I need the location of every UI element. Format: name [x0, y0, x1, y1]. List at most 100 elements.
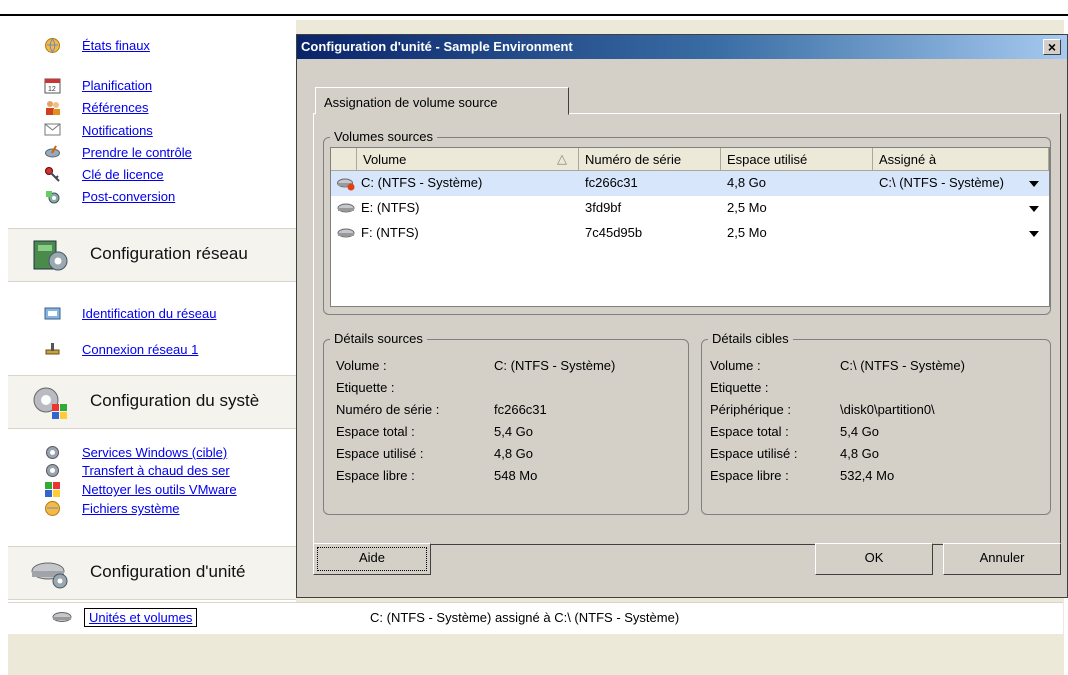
nav-item-services-windows[interactable]: Services Windows (cible): [82, 445, 227, 460]
disk-icon: [52, 612, 72, 622]
disk-warning-icon: [337, 178, 355, 191]
nav-item-references[interactable]: Références: [82, 100, 148, 115]
cell-used: 2,5 Mo: [727, 225, 767, 240]
globe-icon: [45, 501, 60, 516]
gear-icon: [46, 446, 59, 459]
help-button[interactable]: Aide: [313, 543, 431, 575]
source-free-value: 548 Mo: [494, 468, 538, 483]
network-config-icon: [33, 240, 68, 271]
status-bottom-area: [8, 634, 1063, 675]
svg-text:12: 12: [48, 86, 56, 93]
column-header-assigned[interactable]: Assigné à: [873, 148, 1049, 171]
volumes-list: Volume △ Numéro de série Espace utilisé …: [330, 147, 1050, 307]
ok-button[interactable]: OK: [815, 543, 933, 575]
column-header-used[interactable]: Espace utilisé: [721, 148, 873, 171]
source-total-value: 5,4 Go: [494, 424, 534, 439]
section-system-config[interactable]: Configuration du systè: [8, 375, 296, 429]
top-border: [0, 14, 1068, 16]
cell-used: 4,8 Go: [727, 175, 767, 190]
nav-item-transfert-chaud[interactable]: Transfert à chaud des ser: [82, 463, 230, 478]
calendar-icon: 12: [44, 78, 61, 94]
source-volume-value: C: (NTFS - Système): [494, 358, 616, 373]
gear-icon: [46, 464, 59, 477]
target-volume-key: Volume :: [710, 358, 761, 373]
volume-row[interactable]: C: (NTFS - Système) fc266c31 4,8 Go C:\ …: [331, 171, 1049, 196]
section-network-title: Configuration réseau: [90, 244, 248, 263]
cell-serial: 3fd9bf: [585, 200, 622, 215]
nav-item-planification[interactable]: Planification: [82, 78, 152, 93]
source-serial-key: Numéro de série :: [336, 402, 440, 417]
satellite-icon: [45, 145, 60, 158]
nav-item-connexion-reseau[interactable]: Connexion réseau 1: [82, 342, 198, 357]
target-total-key: Espace total :: [710, 424, 789, 439]
nav-item-notifications[interactable]: Notifications: [82, 123, 153, 138]
sort-ascending-icon: △: [557, 151, 567, 166]
nav-item-cle-licence[interactable]: Clé de licence: [82, 167, 164, 182]
drive-config-icon: [31, 562, 68, 589]
key-icon: [45, 167, 60, 182]
target-details-label: Détails cibles: [708, 331, 793, 346]
volumes-group-label: Volumes sources: [330, 129, 437, 144]
section-system-title: Configuration du systè: [90, 391, 260, 410]
target-label-key: Etiquette :: [710, 380, 769, 395]
target-total-value: 5,4 Go: [840, 424, 880, 439]
dialog-title: Configuration d'unité - Sample Environme…: [301, 39, 573, 54]
chevron-down-icon[interactable]: [1029, 206, 1039, 212]
volume-row[interactable]: F: (NTFS) 7c45d95b 2,5 Mo: [331, 221, 1049, 246]
source-used-value: 4,8 Go: [494, 446, 534, 461]
section-drive-title: Configuration d'unité: [90, 562, 246, 581]
target-free-key: Espace libre :: [710, 468, 789, 483]
envelope-icon: [44, 123, 61, 136]
globe-icon: [45, 38, 60, 53]
volume-row[interactable]: E: (NTFS) 3fd9bf 2,5 Mo: [331, 196, 1049, 221]
target-free-value: 532,4 Mo: [840, 468, 895, 483]
target-details-group: Détails cibles Volume : C:\ (NTFS - Syst…: [701, 331, 1051, 515]
chevron-down-icon[interactable]: [1029, 181, 1039, 187]
source-serial-value: fc266c31: [494, 402, 547, 417]
disk-icon: [337, 228, 355, 238]
nav-item-prendre-controle[interactable]: Prendre le contrôle: [82, 145, 192, 160]
section-network-config[interactable]: Configuration réseau: [8, 228, 296, 282]
tab-volume-assignment[interactable]: Assignation de volume source: [315, 87, 569, 115]
network-card-icon: [44, 307, 61, 320]
cell-serial: 7c45d95b: [585, 225, 643, 240]
cell-assigned[interactable]: C:\ (NTFS - Système): [879, 175, 1004, 190]
status-selected-item[interactable]: Unités et volumes: [84, 608, 198, 627]
source-label-key: Etiquette :: [336, 380, 395, 395]
source-details-label: Détails sources: [330, 331, 427, 346]
section-drive-config[interactable]: Configuration d'unité: [8, 546, 296, 600]
source-details-group: Détails sources Volume : C: (NTFS - Syst…: [323, 331, 689, 515]
users-icon: [46, 101, 60, 115]
gear-script-icon: [46, 191, 60, 204]
column-header-serial[interactable]: Numéro de série: [579, 148, 721, 171]
cell-volume: F: (NTFS): [361, 225, 419, 240]
target-used-value: 4,8 Go: [840, 446, 880, 461]
nav-item-identification-reseau[interactable]: Identification du réseau: [82, 306, 216, 321]
nav-item-nettoyer-vmware[interactable]: Nettoyer les outils VMware: [82, 482, 237, 497]
source-free-key: Espace libre :: [336, 468, 415, 483]
chevron-down-icon[interactable]: [1029, 231, 1039, 237]
nav-item-fichiers-systeme[interactable]: Fichiers système: [82, 501, 180, 516]
target-device-key: Périphérique :: [710, 402, 791, 417]
column-volume-label: Volume: [363, 152, 407, 167]
cell-volume: C: (NTFS - Système): [361, 175, 483, 190]
column-header-icon: [331, 148, 357, 171]
network-plug-icon: [45, 343, 60, 355]
cell-used: 2,5 Mo: [727, 200, 767, 215]
nav-item-etats-finaux[interactable]: États finaux: [82, 38, 150, 53]
column-header-volume[interactable]: Volume △: [357, 148, 579, 171]
source-total-key: Espace total :: [336, 424, 415, 439]
cell-volume: E: (NTFS): [361, 200, 420, 215]
disk-icon: [337, 203, 355, 213]
status-text: C: (NTFS - Système) assigné à C:\ (NTFS …: [370, 610, 680, 625]
drive-config-dialog: Configuration d'unité - Sample Environme…: [296, 34, 1068, 598]
dialog-title-bar[interactable]: Configuration d'unité - Sample Environme…: [297, 35, 1067, 59]
target-used-key: Espace utilisé :: [710, 446, 798, 461]
nav-item-post-conversion[interactable]: Post-conversion: [82, 189, 175, 204]
close-button[interactable]: ×: [1043, 39, 1061, 55]
target-volume-value: C:\ (NTFS - Système): [840, 358, 965, 373]
source-used-key: Espace utilisé :: [336, 446, 424, 461]
status-bar: Unités et volumes C: (NTFS - Système) as…: [8, 602, 1063, 635]
system-config-icon: [33, 387, 67, 419]
cancel-button[interactable]: Annuler: [943, 543, 1061, 575]
